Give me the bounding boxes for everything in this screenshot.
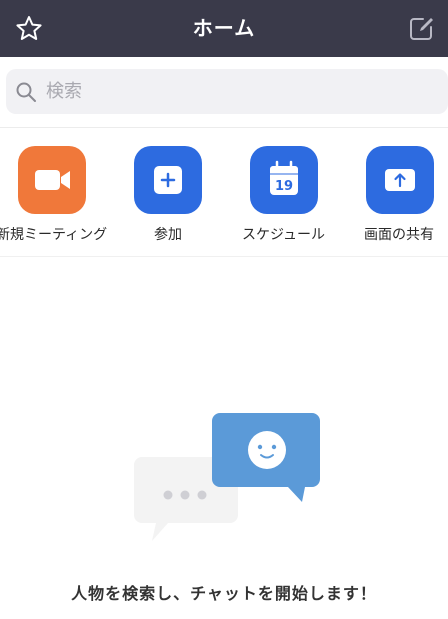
plus-icon [154,166,182,194]
calendar-icon: 19 [270,160,298,195]
share-screen-label: 画面の共有 [364,227,434,243]
share-screen-icon [385,169,415,191]
new-meeting-tile[interactable] [18,146,86,214]
schedule-button[interactable]: 19 スケジュール [220,146,350,246]
quick-actions: 新規ミーティング 参加 19 スケジュール 画面の共有 [0,128,448,257]
new-meeting-label: 新規ミーティング [0,227,108,243]
search-input[interactable] [46,69,426,114]
share-screen-tile[interactable] [366,146,434,214]
empty-state-message: 人物を検索し、チャットを開始します！ [71,584,377,603]
schedule-label: スケジュール [242,227,326,243]
search-bar[interactable] [6,69,448,114]
share-screen-button[interactable]: 画面の共有 [336,146,448,246]
chat-bubbles-icon [134,413,320,541]
page-title: ホーム [192,16,256,40]
new-meeting-button[interactable]: 新規ミーティング [0,146,118,246]
video-camera-icon [35,170,70,190]
calendar-day: 19 [275,179,293,194]
join-label: 参加 [154,227,182,243]
top-bar: ホーム [0,0,448,57]
join-tile[interactable] [134,146,202,214]
edit-icon[interactable] [406,14,436,44]
schedule-tile[interactable]: 19 [250,146,318,214]
search-section [0,57,448,128]
join-button[interactable]: 参加 [104,146,234,246]
search-icon [16,82,36,102]
